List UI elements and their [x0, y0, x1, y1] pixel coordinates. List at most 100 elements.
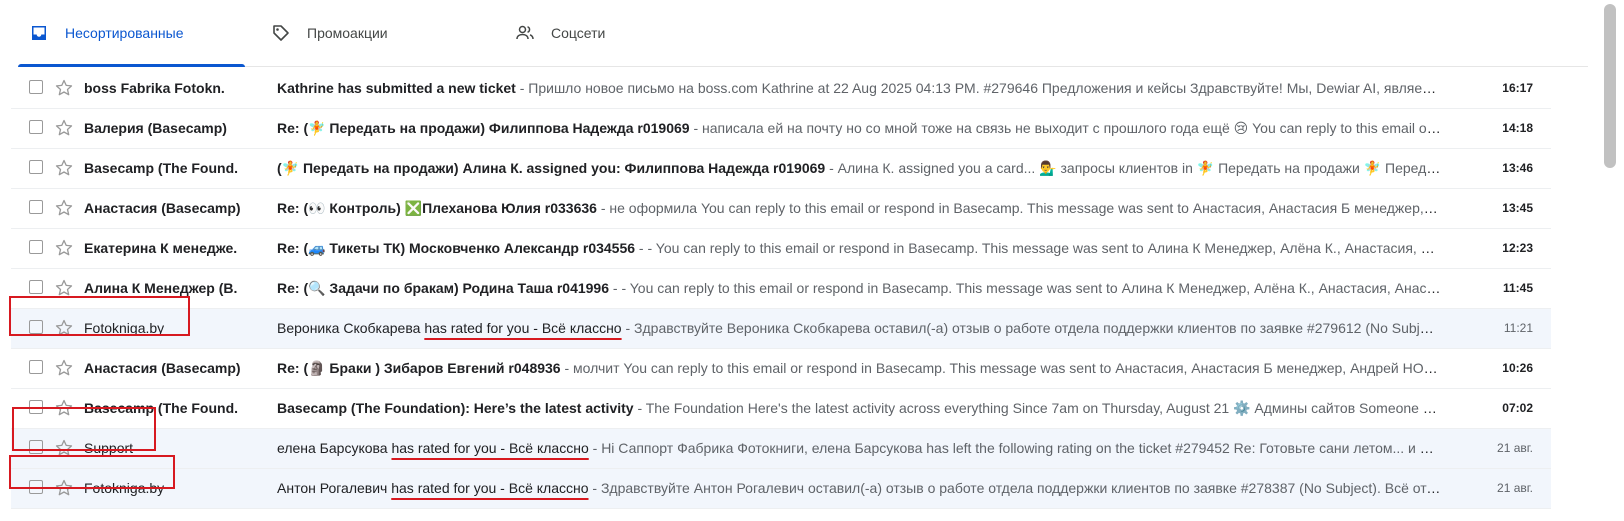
tab-promotions[interactable]: Промоакции — [271, 0, 491, 66]
email-preview: Антон Рогалевич has rated for you - Всё … — [277, 469, 1441, 508]
email-time: 21 авг. — [1497, 441, 1533, 455]
star-icon[interactable] — [54, 318, 74, 338]
star-icon[interactable] — [54, 118, 74, 138]
email-time: 10:26 — [1502, 361, 1533, 375]
star-icon[interactable] — [54, 398, 74, 418]
sender-name: Fotokniga.by — [84, 480, 165, 496]
email-row[interactable]: Support елена Барсукова has rated for yo… — [11, 429, 1551, 469]
email-preview: елена Барсукова has rated for you - Всё … — [277, 429, 1441, 468]
category-tabs: Несортированные Промоакции Соцсети — [18, 0, 1588, 67]
star-icon[interactable] — [54, 198, 74, 218]
scrollbar-thumb[interactable] — [1604, 4, 1616, 168]
star-icon[interactable] — [54, 238, 74, 258]
email-snippet: - Hi Саппорт Фабрика Фотокниги, елена Ба… — [588, 440, 1441, 456]
select-checkbox[interactable] — [29, 240, 43, 254]
email-subject: Re: (🧚 Передать на продажи) Филиппова На… — [277, 120, 690, 136]
sender-name: Fotokniga.by — [84, 320, 165, 336]
email-row[interactable]: Fotokniga.by Вероника Скобкарева has rat… — [11, 309, 1551, 349]
email-snippet: - Пришло новое письмо на boss.com Kathri… — [515, 80, 1441, 96]
email-row[interactable]: Basecamp (The Found. (🧚 Передать на прод… — [11, 149, 1551, 189]
sender-name: Валерия (Basecamp) — [84, 120, 227, 136]
star-icon[interactable] — [54, 478, 74, 498]
select-checkbox[interactable] — [29, 320, 43, 334]
people-icon — [516, 25, 534, 40]
sender-name: boss Fabrika Fotokn. — [84, 80, 225, 96]
email-preview: Re: (👀 Контроль) ❎Плеханова Юлия r033636… — [277, 189, 1441, 228]
star-icon[interactable] — [54, 78, 74, 98]
select-checkbox[interactable] — [29, 480, 43, 494]
email-time: 16:17 — [1502, 81, 1533, 95]
select-checkbox[interactable] — [29, 200, 43, 214]
email-subject: Re: (🗿 Браки ) Зибаров Евгений r048936 — [277, 360, 561, 376]
email-time: 13:46 — [1502, 161, 1533, 175]
tab-promotions-label: Промоакции — [307, 25, 388, 41]
active-tab-indicator — [18, 64, 245, 67]
email-time: 12:23 — [1502, 241, 1533, 255]
select-checkbox[interactable] — [29, 80, 43, 94]
email-snippet: - The Foundation Here's the latest activ… — [633, 400, 1441, 416]
email-row[interactable]: Алина К Менеджер (В. Re: (🔍 Задачи по бр… — [11, 269, 1551, 309]
email-row[interactable]: Basecamp (The Found. Basecamp (The Found… — [11, 389, 1551, 429]
email-preview: (🧚 Передать на продажи) Алина К. assigne… — [277, 149, 1441, 188]
email-snippet: - - You can reply to this email or respo… — [635, 240, 1441, 256]
star-icon[interactable] — [54, 158, 74, 178]
email-preview: Kathrine has submitted a new ticket - Пр… — [277, 69, 1441, 108]
select-checkbox[interactable] — [29, 120, 43, 134]
email-subject: Kathrine has submitted a new ticket — [277, 80, 516, 96]
email-time: 07:02 — [1502, 401, 1533, 415]
email-snippet: - молчит You can reply to this email or … — [560, 360, 1441, 376]
rating-text: has rated for you - Всё классно — [391, 480, 589, 496]
email-row[interactable]: Fotokniga.by Антон Рогалевич has rated f… — [11, 469, 1551, 509]
email-subject: (🧚 Передать на продажи) Алина К. assigne… — [277, 160, 826, 176]
email-snippet: - написала ей на почту но со мной тоже н… — [689, 120, 1441, 136]
star-icon[interactable] — [54, 358, 74, 378]
email-time: 21 авг. — [1497, 481, 1533, 495]
inbox-icon — [32, 26, 46, 40]
email-time: 11:45 — [1502, 281, 1533, 295]
select-checkbox[interactable] — [29, 360, 43, 374]
email-row[interactable]: Екатерина К менедже. Re: (🚙 Тикеты ТК) М… — [11, 229, 1551, 269]
email-subject: Basecamp (The Foundation): Here’s the la… — [277, 400, 634, 416]
email-preview: Re: (🚙 Тикеты ТК) Московченко Александр … — [277, 229, 1441, 268]
tab-primary[interactable]: Несортированные — [18, 0, 245, 67]
email-row[interactable]: Анастасия (Basecamp) Re: (🗿 Браки ) Зиба… — [11, 349, 1551, 389]
email-subject: Re: (🚙 Тикеты ТК) Московченко Александр … — [277, 240, 636, 256]
sender-name: Basecamp (The Found. — [84, 400, 239, 416]
email-subject: Re: (👀 Контроль) ❎Плеханова Юлия r033636 — [277, 200, 597, 216]
sender-name: Алина К Менеджер (В. — [84, 280, 238, 296]
email-snippet: - не оформила You can reply to this emai… — [596, 200, 1441, 216]
sender-name: Екатерина К менедже. — [84, 240, 238, 256]
email-preview: Re: (🗿 Браки ) Зибаров Евгений r048936 -… — [277, 349, 1441, 388]
tab-social-label: Соцсети — [551, 25, 606, 41]
email-snippet: - Алина К. assigned you a card... 💁‍♂️ з… — [825, 160, 1441, 176]
email-preview: Basecamp (The Foundation): Here’s the la… — [277, 389, 1441, 428]
email-row[interactable]: Валерия (Basecamp) Re: (🧚 Передать на пр… — [11, 109, 1551, 149]
email-preview: Вероника Скобкарева has rated for you - … — [277, 309, 1441, 348]
email-subject: Антон Рогалевич has rated for you - Всё … — [277, 480, 589, 496]
email-subject: елена Барсукова has rated for you - Всё … — [277, 440, 589, 456]
email-snippet: - - You can reply to this email or respo… — [609, 280, 1441, 296]
sender-name: Анастасия (Basecamp) — [84, 200, 241, 216]
select-checkbox[interactable] — [29, 440, 43, 454]
rater-name: елена Барсукова — [277, 440, 392, 456]
email-snippet: - Здравствуйте Антон Рогалевич оставил(-… — [588, 480, 1441, 496]
email-time: 14:18 — [1502, 121, 1533, 135]
email-subject: Вероника Скобкарева has rated for you - … — [277, 320, 622, 336]
rater-name: Антон Рогалевич — [277, 480, 392, 496]
select-checkbox[interactable] — [29, 400, 43, 414]
select-checkbox[interactable] — [29, 160, 43, 174]
star-icon[interactable] — [54, 438, 74, 458]
email-preview: Re: (🧚 Передать на продажи) Филиппова На… — [277, 109, 1441, 148]
rating-text: has rated for you - Всё классно — [391, 440, 589, 456]
email-row[interactable]: boss Fabrika Fotokn. Kathrine has submit… — [11, 69, 1551, 109]
email-row[interactable]: Анастасия (Basecamp) Re: (👀 Контроль) ❎П… — [11, 189, 1551, 229]
email-time: 13:45 — [1502, 201, 1533, 215]
tab-social[interactable]: Соцсети — [515, 0, 715, 66]
email-preview: Re: (🔍 Задачи по бракам) Родина Таша r04… — [277, 269, 1441, 308]
select-checkbox[interactable] — [29, 280, 43, 294]
email-subject: Re: (🔍 Задачи по бракам) Родина Таша r04… — [277, 280, 610, 296]
email-snippet: - Здравствуйте Вероника Скобкарева остав… — [621, 320, 1441, 336]
star-icon[interactable] — [54, 278, 74, 298]
sender-name: Basecamp (The Found. — [84, 160, 239, 176]
rating-text: has rated for you - Всё классно — [424, 320, 622, 336]
